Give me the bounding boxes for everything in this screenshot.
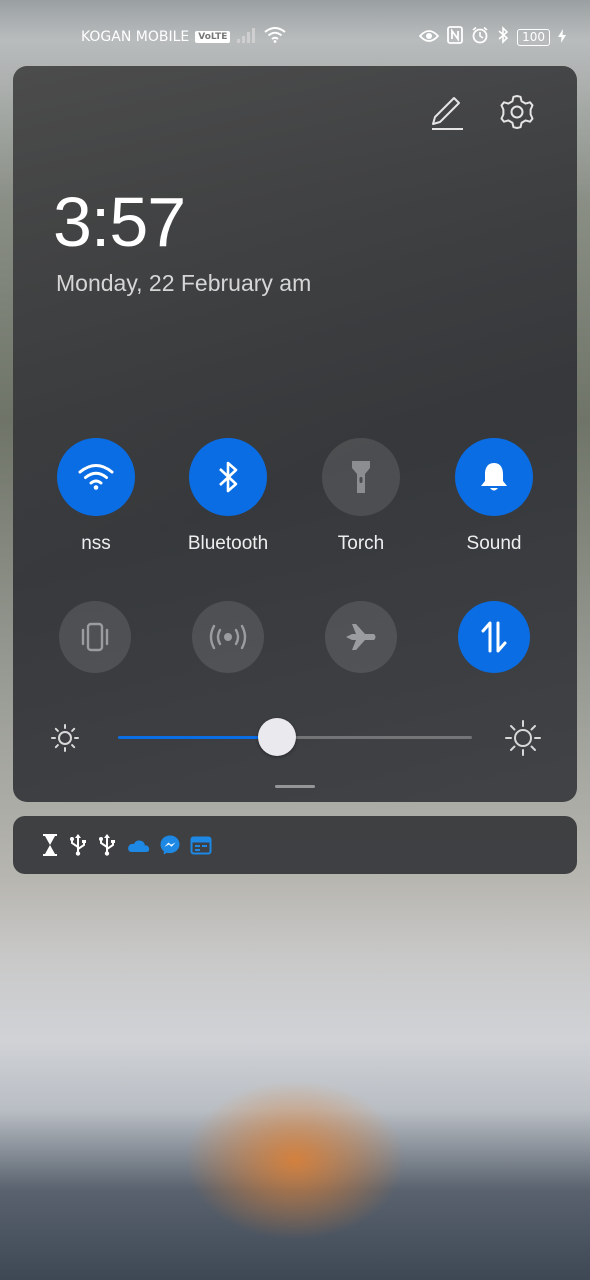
bell-icon: [481, 463, 507, 491]
brightness-thumb[interactable]: [258, 718, 297, 756]
brightness-high-icon: [505, 720, 541, 756]
brightness-fill: [118, 736, 278, 739]
edit-icon: [432, 97, 463, 130]
calendar-icon: [190, 835, 212, 855]
toggle-airplane[interactable]: [311, 601, 411, 673]
brightness-row: [13, 716, 577, 760]
settings-button[interactable]: [497, 92, 537, 132]
onedrive-icon: [126, 837, 150, 853]
toggle-sound[interactable]: Sound: [444, 438, 544, 555]
airplane-icon: [346, 624, 376, 650]
status-bar: KOGAN MOBILE VoLTE 100: [0, 0, 590, 72]
brightness-slider[interactable]: [118, 718, 472, 756]
edit-button[interactable]: [427, 92, 467, 132]
battery-icon: 100: [517, 28, 550, 46]
toggle-torch-circle[interactable]: [322, 438, 400, 516]
toggle-hotspot-circle[interactable]: [192, 601, 264, 673]
toggle-sound-circle[interactable]: [455, 438, 533, 516]
alarm-icon: [471, 26, 489, 48]
toggle-vibrate-circle[interactable]: [59, 601, 131, 673]
status-left: KOGAN MOBILE VoLTE: [81, 27, 287, 47]
toggle-torch[interactable]: Torch: [311, 438, 411, 555]
clock-time: 3:57: [53, 183, 186, 261]
eye-icon: [418, 28, 440, 47]
toggle-wifi-label: nss: [81, 533, 111, 554]
drag-handle[interactable]: [275, 785, 315, 788]
nfc-icon: [447, 26, 463, 48]
signal-icon: [236, 27, 258, 47]
usb-icon: [68, 834, 88, 856]
toggle-bluetooth-label: Bluetooth: [187, 533, 269, 554]
settings-icon: [500, 95, 534, 129]
toggle-bluetooth[interactable]: Bluetooth: [178, 438, 278, 555]
toggle-airplane-circle[interactable]: [325, 601, 397, 673]
vibrate-icon: [81, 622, 109, 652]
toggle-sound-label: Sound: [466, 533, 522, 554]
clock-date: Monday, 22 February am: [56, 270, 312, 296]
quick-settings-panel: 3:57 Monday, 22 February am nss Bluetoot…: [13, 66, 577, 802]
mobile-data-icon: [481, 621, 507, 653]
hourglass-icon: [41, 834, 59, 856]
toggle-vibrate[interactable]: [45, 601, 145, 673]
wifi-icon: [264, 27, 287, 47]
toggle-wifi[interactable]: nss: [46, 438, 146, 555]
messenger-icon: [159, 834, 181, 856]
toggle-mobile-data[interactable]: [444, 601, 544, 673]
bluetooth-icon: [219, 461, 238, 493]
volte-badge: VoLTE: [195, 31, 231, 43]
toggle-mobile-data-circle[interactable]: [458, 601, 530, 673]
status-right: 100: [418, 26, 566, 48]
bluetooth-icon: [497, 26, 509, 48]
toggle-bluetooth-circle[interactable]: [189, 438, 267, 516]
hotspot-icon: [209, 624, 247, 650]
charging-icon: [558, 28, 566, 47]
toggle-wifi-circle[interactable]: [57, 438, 135, 516]
wifi-icon: [78, 464, 114, 490]
toggle-torch-label: Torch: [337, 533, 385, 554]
carrier-name: KOGAN MOBILE: [81, 29, 190, 45]
toggle-hotspot[interactable]: [178, 601, 278, 673]
notification-bar[interactable]: [13, 816, 577, 874]
brightness-low-icon: [51, 724, 79, 752]
usb-icon: [97, 834, 117, 856]
torch-icon: [352, 461, 370, 493]
